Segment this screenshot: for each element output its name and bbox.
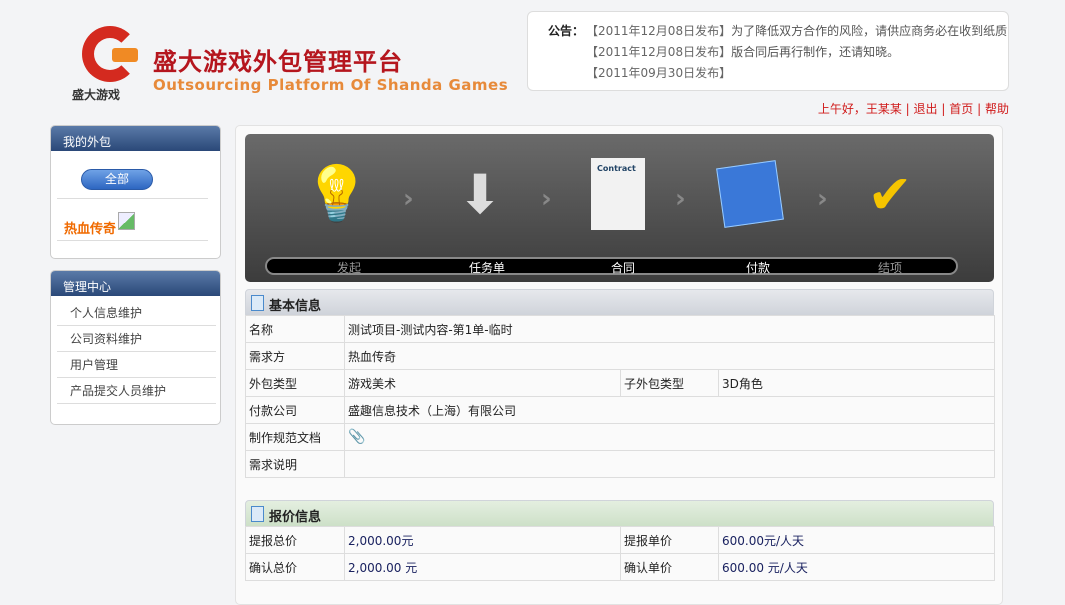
my-outsourcing-panel: 我的外包 全部 热血传奇	[50, 125, 221, 259]
progress-banner: 💡 › ⬇ › Contract › › ✔ 发起 任务单 合同 付款 结项	[245, 134, 994, 282]
management-panel: 管理中心 个人信息维护 公司资料维护 用户管理 产品提交人员维护	[50, 270, 221, 425]
value: 2,000.00元	[344, 526, 621, 554]
separator: |	[905, 102, 910, 116]
value: 600.00元/人天	[718, 526, 995, 554]
site-subtitle: Outsourcing Platform Of Shanda Games	[153, 76, 509, 94]
notice-item[interactable]: 【2011年09月30日发布】	[586, 63, 1008, 84]
step-label[interactable]: 发起	[319, 259, 379, 276]
site-title: 盛大游戏外包管理平台	[153, 48, 403, 76]
notice-text: 为了降低双方合作的风险，请供应商务必在收到纸质	[731, 24, 1008, 38]
sidebar-item-submitters[interactable]: 产品提交人员维护	[57, 378, 216, 404]
table-row: 需求说明	[245, 450, 995, 478]
home-link[interactable]: 首页	[949, 102, 973, 116]
value: 3D角色	[718, 369, 995, 397]
table-row: 付款公司 盛趣信息技术（上海）有限公司	[245, 396, 995, 424]
label: 制作规范文档	[245, 423, 345, 451]
table-row: 确认总价 2,000.00 元确认单价 600.00 元/人天	[245, 553, 995, 581]
sidebar-item-company-info[interactable]: 公司资料维护	[57, 326, 216, 352]
label: 提报总价	[245, 526, 345, 554]
arrow-down-icon: ⬇	[457, 162, 503, 226]
label: 需求方	[245, 342, 345, 370]
label: 子外包类型	[620, 369, 719, 397]
notice-date: 【2011年12月08日发布】	[586, 45, 732, 59]
checklist-icon: ✔	[867, 162, 913, 226]
notice-label: 公告：	[548, 24, 585, 38]
label: 名称	[245, 315, 345, 343]
notice-item[interactable]: 【2011年12月08日发布】为了降低双方合作的风险，请供应商务必在收到纸质	[586, 21, 1008, 42]
separator: |	[977, 102, 982, 116]
divider	[57, 198, 208, 199]
table-row: 外包类型 游戏美术 子外包类型 3D角色	[245, 369, 995, 397]
value: 测试项目-测试内容-第1单-临时	[344, 315, 995, 343]
greeting-text: 上午好，王某某	[817, 102, 902, 116]
basic-info-table: 名称 测试项目-测试内容-第1单-临时 需求方 热血传奇 外包类型 游戏美术 子外包类型…	[245, 315, 995, 478]
panel-title: 我的外包	[51, 126, 220, 151]
logout-link[interactable]: 退出	[914, 102, 938, 116]
notice-date: 【2011年12月08日发布】	[586, 24, 732, 38]
notice-date: 【2011年09月30日发布】	[586, 66, 732, 80]
table-row: 名称 测试项目-测试内容-第1单-临时	[245, 315, 995, 343]
divider	[57, 240, 208, 241]
basic-info-header: 基本信息	[245, 289, 994, 316]
logo-icon-bar	[112, 48, 138, 62]
step-label[interactable]: 结项	[860, 259, 920, 276]
document-icon	[251, 295, 264, 311]
lightbulb-icon: 💡	[303, 162, 371, 225]
value: 600.00 元/人天	[718, 553, 995, 581]
label: 确认总价	[245, 553, 345, 581]
quote-info-header: 报价信息	[245, 500, 994, 527]
sidebar-item-personal-info[interactable]: 个人信息维护	[57, 300, 216, 326]
separator: |	[941, 102, 946, 116]
broken-image-icon	[118, 212, 135, 230]
quote-info-table: 提报总价 2,000.00元 提报单价 600.00元/人天 确认总价 2,000.00…	[245, 526, 995, 581]
user-links: 上午好，王某某 | 退出 | 首页 | 帮助	[818, 100, 1009, 117]
logo-text: 盛大游戏	[72, 88, 121, 102]
xcode-hammer-icon	[710, 154, 790, 234]
value	[344, 450, 995, 478]
chevron-right-icon: ›	[403, 184, 414, 214]
value: 游戏美术	[344, 369, 621, 397]
section-title: 报价信息	[269, 510, 322, 525]
paperclip-icon[interactable]: 📎	[348, 429, 365, 445]
panel-title: 管理中心	[51, 271, 220, 296]
contract-icon: Contract	[578, 154, 658, 234]
help-link[interactable]: 帮助	[985, 102, 1009, 116]
label: 确认单价	[620, 553, 719, 581]
step-label[interactable]: 付款	[728, 259, 788, 276]
step-label[interactable]: 合同	[593, 259, 653, 276]
value: 2,000.00 元	[344, 553, 621, 581]
chevron-right-icon: ›	[675, 184, 686, 214]
document-icon	[251, 506, 264, 522]
section-title: 基本信息	[269, 299, 322, 314]
value: 热血传奇	[344, 342, 995, 370]
chevron-right-icon: ›	[817, 184, 828, 214]
value: 盛趣信息技术（上海）有限公司	[344, 396, 995, 424]
label: 外包类型	[245, 369, 345, 397]
game-link[interactable]: 热血传奇	[64, 218, 116, 237]
notice-item[interactable]: 【2011年12月08日发布】版合同后再行制作，还请知晓。	[586, 42, 1008, 63]
table-row: 提报总价 2,000.00元 提报单价 600.00元/人天	[245, 526, 995, 554]
all-button[interactable]: 全部	[81, 169, 153, 190]
notice-text: 版合同后再行制作，还请知晓。	[731, 45, 900, 59]
label: 需求说明	[245, 450, 345, 478]
chevron-right-icon: ›	[541, 184, 552, 214]
notice-box: 公告： 【2011年12月08日发布】为了降低双方合作的风险，请供应商务必在收到…	[527, 11, 1009, 91]
step-label[interactable]: 任务单	[457, 259, 517, 276]
sidebar-item-user-management[interactable]: 用户管理	[57, 352, 216, 378]
label: 付款公司	[245, 396, 345, 424]
table-row: 需求方 热血传奇	[245, 342, 995, 370]
label: 提报单价	[620, 526, 719, 554]
table-row: 制作规范文档 📎	[245, 423, 995, 451]
